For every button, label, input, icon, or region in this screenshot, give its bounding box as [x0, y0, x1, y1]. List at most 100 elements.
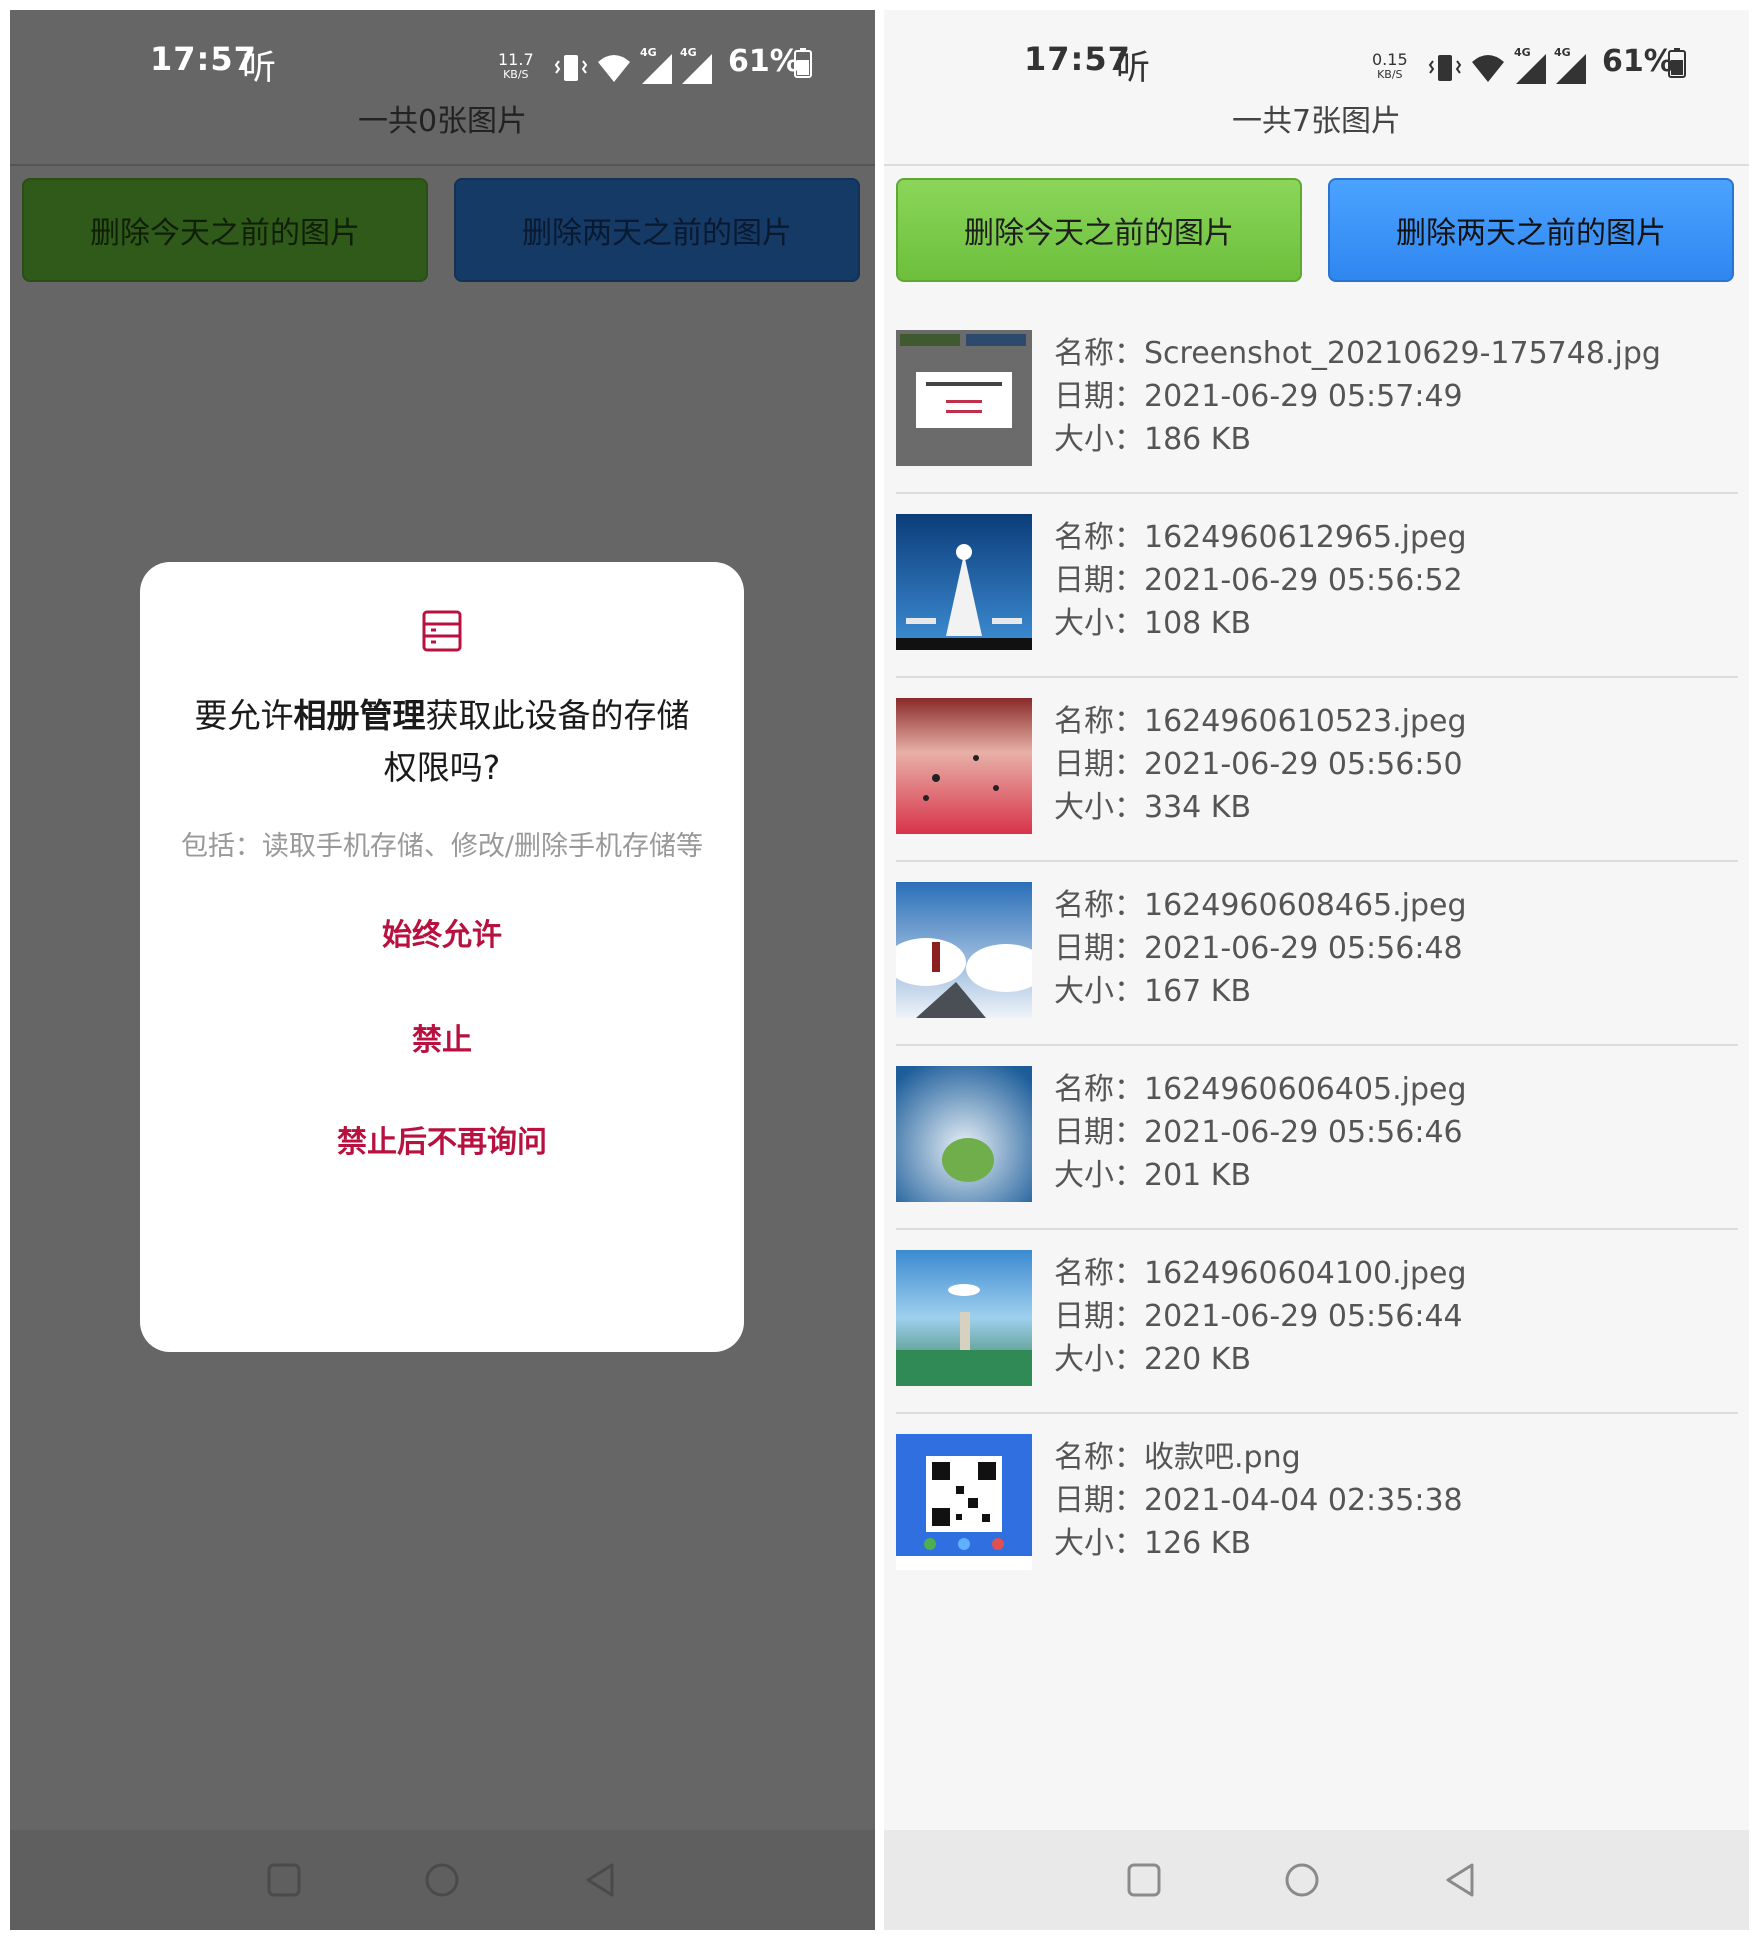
signal-icon-1: 4G — [1514, 46, 1548, 86]
size-label: 大小： — [1054, 790, 1144, 825]
back-icon[interactable] — [1440, 1860, 1480, 1900]
page-title: 一共7张图片 — [1231, 104, 1402, 139]
network-type-1: 4G — [1514, 46, 1531, 59]
image-list-item[interactable]: 名称：1624960610523.jpeg 日期：2021-06-29 05:5… — [896, 678, 1738, 862]
navigation-bar — [884, 1830, 1749, 1930]
image-date: 2021-06-29 05:56:52 — [1144, 563, 1463, 598]
image-date: 2021-06-29 05:56:44 — [1144, 1299, 1463, 1334]
name-label: 名称： — [1054, 704, 1144, 739]
status-listen-icon: 听 — [242, 48, 276, 88]
status-time: 17:57 — [150, 40, 257, 78]
date-label: 日期： — [1054, 563, 1144, 598]
header-divider — [884, 164, 1749, 166]
home-icon[interactable] — [422, 1860, 462, 1900]
image-date: 2021-06-29 05:56:48 — [1144, 931, 1463, 966]
battery-icon — [794, 48, 812, 78]
name-label: 名称： — [1054, 336, 1144, 371]
date-label: 日期： — [1054, 379, 1144, 414]
image-thumbnail — [896, 698, 1032, 834]
image-info: 名称：1624960604100.jpeg 日期：2021-06-29 05:5… — [1054, 1252, 1467, 1381]
header-divider — [10, 164, 875, 166]
image-info: 名称：Screenshot_20210629-175748.jpg 日期：202… — [1054, 332, 1661, 461]
image-name-row: 名称：1624960606405.jpeg — [1054, 1068, 1467, 1111]
name-label: 名称： — [1054, 1440, 1144, 1475]
network-speed-unit: KB/S — [1377, 68, 1403, 81]
image-list-item[interactable]: 名称：Screenshot_20210629-175748.jpg 日期：202… — [896, 310, 1738, 494]
image-name: 1624960612965.jpeg — [1144, 520, 1467, 555]
image-name: 1624960610523.jpeg — [1144, 704, 1467, 739]
image-size: 334 KB — [1144, 790, 1252, 825]
image-date: 2021-06-29 05:56:50 — [1144, 747, 1463, 782]
date-label: 日期： — [1054, 747, 1144, 782]
status-bar: 17:57 听 11.7 KB/S 4G 4G 61% 一共0张图片 — [10, 10, 875, 139]
wifi-icon — [598, 55, 630, 82]
delete-before-today-button[interactable]: 删除今天之前的图片 — [896, 178, 1302, 282]
date-label: 日期： — [1054, 1115, 1144, 1150]
image-date: 2021-06-29 05:56:46 — [1144, 1115, 1463, 1150]
image-list: 名称：Screenshot_20210629-175748.jpg 日期：202… — [896, 310, 1738, 1596]
image-name-row: 名称：1624960604100.jpeg — [1054, 1252, 1467, 1295]
battery-percent: 61% — [1602, 44, 1674, 79]
battery-icon — [1668, 48, 1686, 78]
image-date-row: 日期：2021-06-29 05:56:48 — [1054, 927, 1467, 970]
image-list-item[interactable]: 名称：1624960608465.jpeg 日期：2021-06-29 05:5… — [896, 862, 1738, 1046]
right-phone-screen: 17:57 听 0.15 KB/S 4G 4G 61% 一共7张图片 删除今天之 — [884, 10, 1749, 1930]
image-name: 收款吧.png — [1144, 1440, 1301, 1475]
image-list-item[interactable]: 名称：收款吧.png 日期：2021-04-04 02:35:38 大小：126… — [896, 1414, 1738, 1596]
size-label: 大小： — [1054, 1526, 1144, 1561]
navigation-bar — [10, 1830, 875, 1930]
size-label: 大小： — [1054, 1158, 1144, 1193]
home-icon[interactable] — [1282, 1860, 1322, 1900]
network-type-1: 4G — [640, 46, 657, 59]
signal-icon-2: 4G — [680, 46, 714, 86]
recent-apps-icon[interactable] — [1124, 1860, 1164, 1900]
image-size: 126 KB — [1144, 1526, 1252, 1561]
delete-before-two-days-button[interactable]: 删除两天之前的图片 — [1328, 178, 1734, 282]
back-icon[interactable] — [580, 1860, 620, 1900]
name-label: 名称： — [1054, 520, 1144, 555]
network-speed-unit: KB/S — [503, 68, 529, 81]
left-phone-screen: 17:57 听 11.7 KB/S 4G 4G 61% 一共0张图片 删除今天之 — [10, 10, 875, 1930]
image-size: 220 KB — [1144, 1342, 1252, 1377]
storage-icon — [422, 610, 462, 652]
wifi-icon — [1472, 55, 1504, 82]
image-list-item[interactable]: 名称：1624960612965.jpeg 日期：2021-06-29 05:5… — [896, 494, 1738, 678]
date-label: 日期： — [1054, 1483, 1144, 1518]
image-list-item[interactable]: 名称：1624960604100.jpeg 日期：2021-06-29 05:5… — [896, 1230, 1738, 1414]
signal-icon-1: 4G — [640, 46, 674, 86]
image-date: 2021-04-04 02:35:38 — [1144, 1483, 1463, 1518]
battery-percent: 61% — [728, 44, 800, 79]
image-name: 1624960604100.jpeg — [1144, 1256, 1467, 1291]
image-name: 1624960606405.jpeg — [1144, 1072, 1467, 1107]
vibrate-icon — [1428, 55, 1462, 81]
image-thumbnail — [896, 514, 1032, 650]
image-date-row: 日期：2021-06-29 05:57:49 — [1054, 375, 1661, 418]
image-size: 201 KB — [1144, 1158, 1252, 1193]
network-type-2: 4G — [1554, 46, 1571, 59]
status-time: 17:57 — [1024, 40, 1131, 78]
image-size: 186 KB — [1144, 422, 1252, 457]
name-label: 名称： — [1054, 888, 1144, 923]
size-label: 大小： — [1054, 606, 1144, 641]
signal-icon-2: 4G — [1554, 46, 1588, 86]
recent-apps-icon[interactable] — [264, 1860, 304, 1900]
image-list-item[interactable]: 名称：1624960606405.jpeg 日期：2021-06-29 05:5… — [896, 1046, 1738, 1230]
size-label: 大小： — [1054, 1342, 1144, 1377]
image-size-row: 大小：186 KB — [1054, 418, 1661, 461]
status-listen-icon: 听 — [1116, 48, 1150, 88]
image-date-row: 日期：2021-06-29 05:56:52 — [1054, 559, 1467, 602]
image-size: 108 KB — [1144, 606, 1252, 641]
delete-before-today-button[interactable]: 删除今天之前的图片 — [22, 178, 428, 282]
deny-button[interactable]: 禁止 — [140, 1015, 744, 1059]
delete-before-two-days-button[interactable]: 删除两天之前的图片 — [454, 178, 860, 282]
deny-dont-ask-button[interactable]: 禁止后不再询问 — [140, 1117, 744, 1161]
size-label: 大小： — [1054, 422, 1144, 457]
image-date-row: 日期：2021-06-29 05:56:50 — [1054, 743, 1467, 786]
image-info: 名称：收款吧.png 日期：2021-04-04 02:35:38 大小：126… — [1054, 1436, 1463, 1565]
image-size-row: 大小：167 KB — [1054, 970, 1467, 1013]
image-name-row: 名称：收款吧.png — [1054, 1436, 1463, 1479]
always-allow-button[interactable]: 始终允许 — [140, 910, 744, 954]
date-label: 日期： — [1054, 931, 1144, 966]
status-bar: 17:57 听 0.15 KB/S 4G 4G 61% 一共7张图片 — [884, 10, 1749, 139]
image-size-row: 大小：220 KB — [1054, 1338, 1467, 1381]
